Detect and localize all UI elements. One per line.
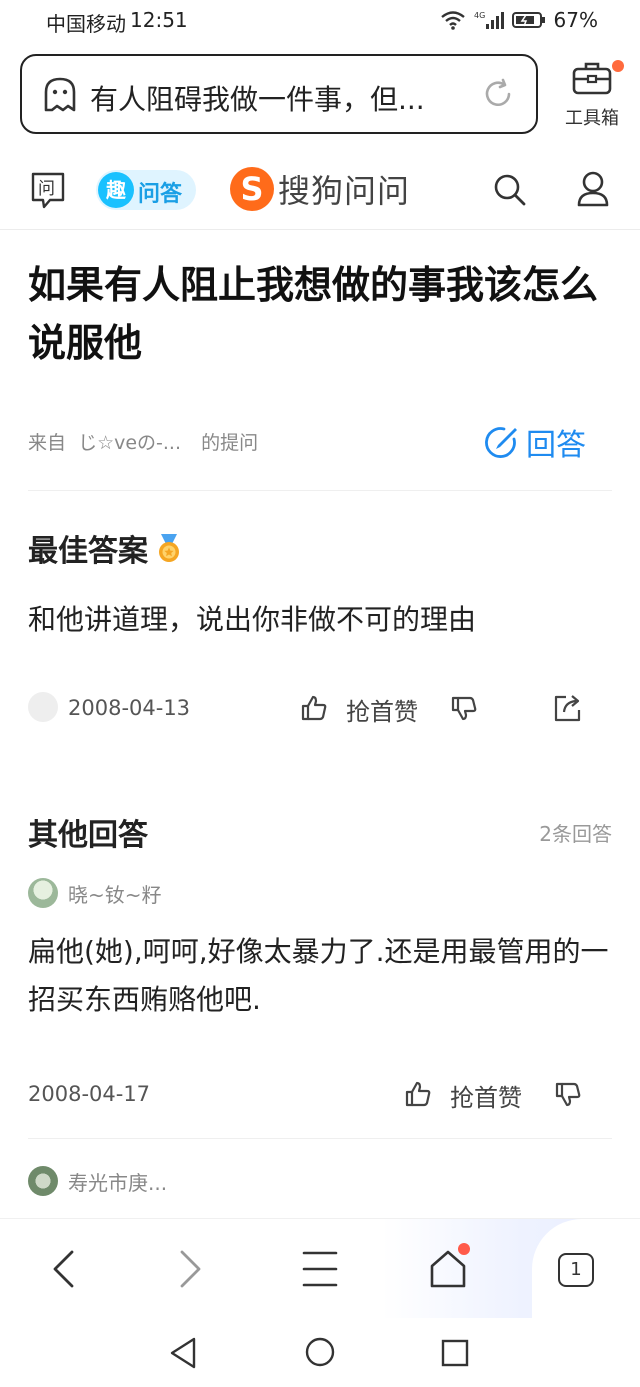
brand-name: 搜狗问问 — [278, 172, 411, 210]
answer-button[interactable]: 回答 — [484, 420, 586, 464]
system-home-icon[interactable] — [304, 1336, 336, 1368]
ghost-icon — [42, 76, 78, 114]
thumbs-up-icon[interactable] — [300, 694, 328, 722]
author-name: 晓~钕~籽 — [68, 882, 162, 907]
answer-date: 2008-04-17 — [28, 1082, 151, 1106]
carrier-label: 中国移动 — [46, 12, 126, 36]
svg-text:问: 问 — [38, 179, 55, 199]
system-nav-bar — [0, 1318, 640, 1387]
wifi-icon — [440, 10, 466, 30]
best-answer-body: 和他讲道理，说出你非做不可的理由 — [28, 603, 477, 636]
like-label[interactable]: 抢首赞 — [450, 1078, 522, 1113]
forward-icon[interactable] — [178, 1249, 204, 1289]
thumbs-down-icon[interactable] — [554, 1080, 582, 1108]
from-suffix: 的提问 — [201, 432, 259, 454]
toolbox-label: 工具箱 — [565, 108, 619, 129]
signal-4g-icon: 4G — [474, 10, 504, 30]
back-icon[interactable] — [50, 1249, 76, 1289]
divider — [28, 1138, 612, 1139]
toolbox-icon — [571, 60, 613, 96]
tabs-button[interactable]: 1 — [558, 1253, 594, 1287]
from-prefix: 来自 — [28, 432, 67, 454]
home-notification-dot — [458, 1243, 470, 1255]
qu-tag-label: 问答 — [138, 182, 183, 207]
battery-icon — [511, 10, 546, 30]
ask-icon[interactable]: 问 — [30, 170, 66, 210]
qu-wenda-tag[interactable]: 趣 问答 — [96, 170, 196, 210]
author-name: 寿光市庚... — [68, 1170, 168, 1195]
system-recents-icon[interactable] — [440, 1338, 470, 1368]
answer-body: 扁他(她),呵呵,好像太暴力了.还是用最管用的一招买东西贿赂他吧. — [28, 935, 609, 1016]
clock: 12:51 — [130, 8, 188, 32]
pen-icon — [484, 425, 518, 459]
user-icon[interactable] — [576, 170, 610, 208]
search-icon[interactable] — [492, 172, 528, 208]
sogou-wenwen-logo[interactable]: S 搜狗问问 — [230, 166, 410, 212]
search-query-text[interactable]: 有人阻碍我做一件事，但... — [90, 78, 450, 118]
divider — [28, 490, 612, 491]
system-back-icon[interactable] — [168, 1336, 198, 1370]
home-icon[interactable] — [428, 1243, 470, 1289]
avatar — [28, 878, 58, 908]
browser-bottom-nav: 1 — [0, 1218, 640, 1319]
question-title: 如果有人阻止我想做的事我该怎么说服他 — [28, 263, 599, 365]
toolbox-button[interactable]: 工具箱 — [560, 60, 624, 130]
status-icons: 4G 67% — [440, 8, 598, 32]
like-label[interactable]: 抢首赞 — [346, 692, 418, 727]
answer-date: 2008-04-13 — [68, 696, 191, 720]
address-search-bar[interactable]: 有人阻碍我做一件事，但... — [20, 54, 538, 134]
sogou-logo-icon: S — [230, 167, 274, 211]
status-bar: 中国移动 12:51 4G 67% — [0, 0, 640, 44]
answer-count: 2条回答 — [539, 822, 612, 846]
thumbs-up-icon[interactable] — [404, 1080, 432, 1108]
asker-name[interactable]: じ☆veの-... — [78, 432, 181, 454]
site-header: 问 趣 问答 S 搜狗问问 — [0, 150, 640, 230]
svg-text:4G: 4G — [474, 11, 485, 20]
toolbox-notification-dot — [612, 60, 624, 72]
answer-author[interactable]: 晓~钕~籽 — [28, 878, 162, 908]
medal-icon — [156, 533, 182, 563]
avatar — [28, 1166, 58, 1196]
answer-meta: 2008-04-17 抢首赞 — [28, 1074, 612, 1114]
answer-button-label: 回答 — [526, 428, 586, 463]
thumbs-down-icon[interactable] — [450, 694, 478, 722]
answer-author[interactable]: 寿光市庚... — [28, 1166, 167, 1196]
question-source: 来自 じ☆veの-... 的提问 — [28, 428, 258, 455]
avatar — [28, 692, 58, 722]
menu-icon[interactable] — [302, 1249, 338, 1289]
other-answers-heading: 其他回答 — [28, 818, 148, 853]
share-icon[interactable] — [552, 692, 584, 724]
qu-badge: 趣 — [98, 172, 134, 208]
best-answer-meta: 2008-04-13 抢首赞 — [28, 690, 612, 730]
refresh-icon[interactable] — [482, 78, 514, 110]
best-answer-heading-text: 最佳答案 — [28, 534, 148, 569]
best-answer-heading: 最佳答案 — [28, 526, 182, 570]
tab-count: 1 — [558, 1253, 594, 1287]
battery-percent: 67% — [553, 8, 598, 32]
